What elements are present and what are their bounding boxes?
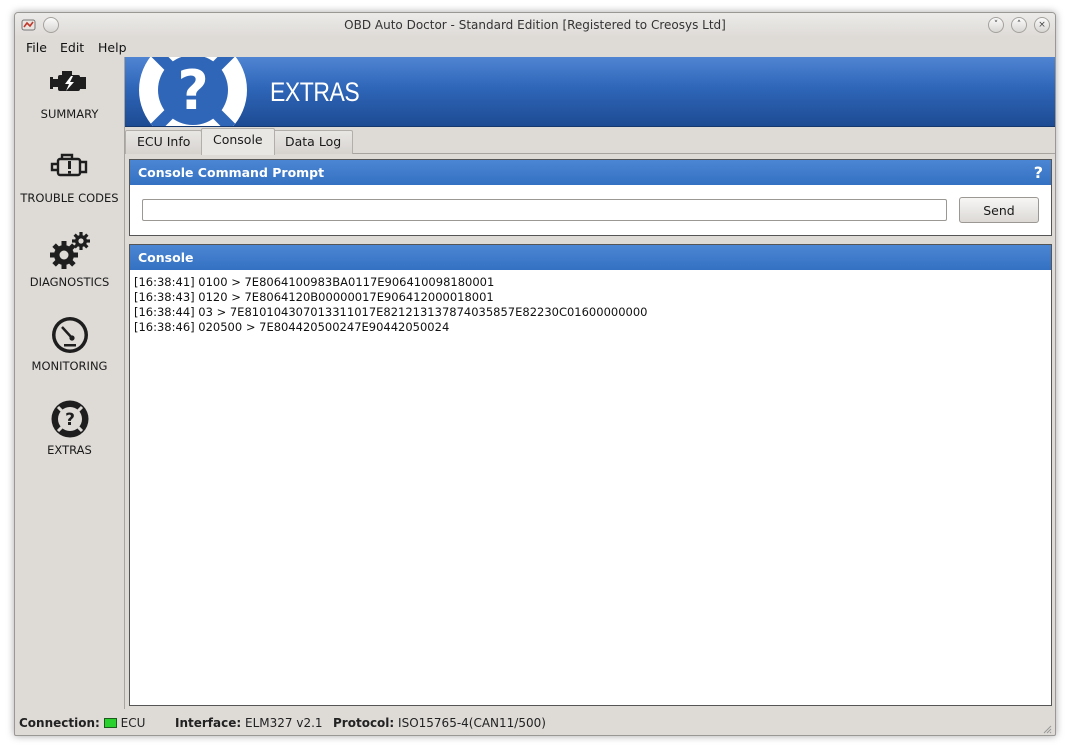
tab-bar: ECU Info Console Data Log bbox=[125, 128, 1055, 155]
sidebar-item-summary[interactable]: SUMMARY bbox=[15, 63, 124, 147]
engine-bolt-icon bbox=[49, 71, 86, 91]
connection-status: Connection: ECU bbox=[19, 716, 145, 730]
question-lifebuoy-icon: ? bbox=[139, 57, 247, 126]
engine-warning-icon bbox=[50, 153, 87, 177]
menu-help[interactable]: Help bbox=[98, 40, 127, 55]
page-banner: ? EXTRAS bbox=[125, 57, 1055, 127]
menu-bar: File Edit Help bbox=[15, 37, 1055, 57]
console-line: [16:38:41] 0100 > 7E8064100983BA0117E906… bbox=[134, 275, 495, 289]
tab-data-log[interactable]: Data Log bbox=[273, 130, 354, 154]
window-title: OBD Auto Doctor - Standard Edition [Regi… bbox=[344, 18, 726, 32]
minimize-button[interactable]: ˅ bbox=[988, 17, 1004, 33]
console-line: [16:38:46] 020500 > 7E804420500247E90442… bbox=[134, 320, 450, 334]
svg-text:?: ? bbox=[177, 59, 208, 122]
console-output[interactable]: [16:38:41] 0100 > 7E8064100983BA0117E906… bbox=[130, 270, 1051, 340]
app-window: OBD Auto Doctor - Standard Edition [Regi… bbox=[14, 12, 1056, 736]
protocol-value: ISO15765-4(CAN11/500) bbox=[398, 716, 546, 730]
interface-value: ELM327 v2.1 bbox=[245, 716, 323, 730]
command-prompt-title: Console Command Prompt bbox=[138, 165, 325, 180]
close-button[interactable]: × bbox=[1034, 17, 1050, 33]
protocol-status: Protocol: ISO15765-4(CAN11/500) bbox=[333, 716, 546, 730]
connection-label: Connection: bbox=[19, 716, 100, 730]
sidebar-item-label: EXTRAS bbox=[47, 443, 92, 457]
title-bar[interactable]: OBD Auto Doctor - Standard Edition [Regi… bbox=[15, 13, 1055, 37]
page-title: EXTRAS bbox=[270, 77, 360, 107]
interface-label: Interface: bbox=[175, 716, 242, 730]
status-bar: Connection: ECU Interface: ELM327 v2.1 P… bbox=[15, 709, 1055, 735]
console-title: Console bbox=[138, 250, 194, 265]
question-lifebuoy-icon: ? bbox=[51, 400, 88, 438]
console-panel: Console [16:38:41] 0100 > 7E8064100983BA… bbox=[129, 244, 1052, 706]
command-prompt-panel: Console Command Prompt ? Send bbox=[129, 159, 1052, 236]
tab-console[interactable]: Console bbox=[201, 128, 275, 155]
sidebar-item-monitoring[interactable]: MONITORING bbox=[15, 315, 124, 399]
command-prompt-header: Console Command Prompt ? bbox=[130, 160, 1051, 185]
menu-edit[interactable]: Edit bbox=[60, 40, 84, 55]
sidebar-item-label: SUMMARY bbox=[40, 107, 99, 121]
sidebar-item-label: MONITORING bbox=[31, 359, 108, 373]
menu-file[interactable]: File bbox=[26, 40, 47, 55]
console-line: [16:38:44] 03 > 7E810104307013311017E821… bbox=[134, 305, 648, 319]
gears-icon bbox=[49, 232, 90, 269]
sidebar-item-diagnostics[interactable]: DIAGNOSTICS bbox=[15, 231, 124, 315]
main-content: ? EXTRAS ECU Info Console Data Log Conso… bbox=[124, 57, 1055, 709]
console-header: Console bbox=[130, 245, 1051, 270]
tab-ecu-info[interactable]: ECU Info bbox=[125, 130, 203, 154]
send-button[interactable]: Send bbox=[959, 197, 1039, 223]
sidebar-item-label: DIAGNOSTICS bbox=[29, 275, 110, 289]
console-line: [16:38:43] 0120 > 7E8064120B00000017E906… bbox=[134, 290, 494, 304]
command-input[interactable] bbox=[142, 199, 947, 221]
connection-led-icon bbox=[103, 718, 117, 728]
sidebar-item-label: TROUBLE CODES bbox=[20, 191, 119, 205]
protocol-label: Protocol: bbox=[333, 716, 395, 730]
connection-value: ECU bbox=[120, 716, 146, 730]
help-icon[interactable]: ? bbox=[1034, 160, 1043, 185]
svg-text:?: ? bbox=[65, 410, 75, 430]
resize-grip-icon[interactable] bbox=[1042, 724, 1052, 734]
maximize-button[interactable]: ˄ bbox=[1011, 17, 1027, 33]
sidebar-item-trouble-codes[interactable]: TROUBLE CODES bbox=[15, 147, 124, 231]
interface-status: Interface: ELM327 v2.1 bbox=[175, 716, 323, 730]
sidebar-item-extras[interactable]: ? EXTRAS bbox=[15, 399, 124, 483]
gauge-icon bbox=[51, 317, 88, 353]
sidebar: SUMMARY TROUBLE CODES DIAGNOSTICS MONITO… bbox=[15, 57, 124, 709]
